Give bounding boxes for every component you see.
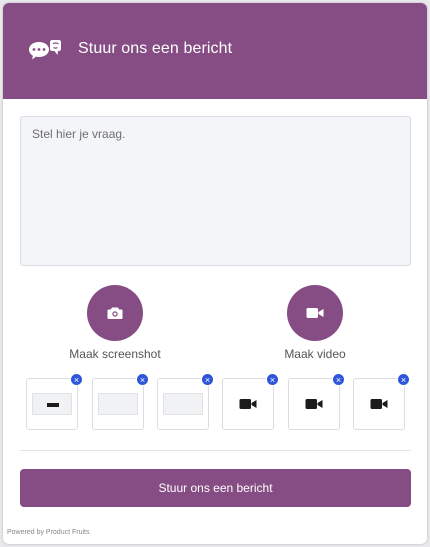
remove-attachment-button[interactable]: × — [70, 373, 83, 386]
attachment-screenshot[interactable]: × — [26, 373, 83, 430]
video-camera-icon — [239, 399, 257, 409]
header-title: Stuur ons een bericht — [78, 40, 233, 57]
camera-icon — [107, 307, 123, 319]
video-label: Maak video — [284, 347, 346, 361]
remove-attachment-button[interactable]: × — [332, 373, 345, 386]
remove-attachment-button[interactable]: × — [397, 373, 410, 386]
attachment-screenshot[interactable]: × — [92, 373, 149, 430]
attachment-video[interactable]: × — [222, 373, 279, 430]
screenshot-capture: Maak screenshot — [45, 285, 185, 361]
divider — [20, 450, 411, 451]
remove-attachment-button[interactable]: × — [136, 373, 149, 386]
video-camera-icon — [370, 399, 388, 409]
video-camera-icon — [306, 308, 324, 318]
send-message-button[interactable]: Stuur ons een bericht — [20, 469, 411, 507]
panel-header: Stuur ons een bericht — [3, 3, 427, 99]
attachment-video[interactable]: × — [353, 373, 410, 430]
chat-bubbles-icon — [29, 40, 61, 60]
powered-by-link[interactable]: Powered by Product Fruits — [7, 529, 89, 536]
feedback-panel: Stuur ons een bericht Maak screenshot Ma… — [3, 3, 427, 544]
screenshot-preview — [98, 393, 138, 415]
screenshot-preview — [163, 393, 203, 415]
video-capture: Maak video — [245, 285, 385, 361]
take-screenshot-button[interactable] — [87, 285, 143, 341]
screenshot-preview — [32, 393, 72, 415]
screenshot-label: Maak screenshot — [69, 347, 161, 361]
message-input[interactable] — [20, 116, 411, 266]
remove-attachment-button[interactable]: × — [266, 373, 279, 386]
attachment-screenshot[interactable]: × — [157, 373, 214, 430]
take-video-button[interactable] — [287, 285, 343, 341]
video-camera-icon — [305, 399, 323, 409]
remove-attachment-button[interactable]: × — [201, 373, 214, 386]
preview-highlight — [47, 403, 59, 407]
attachment-video[interactable]: × — [288, 373, 345, 430]
